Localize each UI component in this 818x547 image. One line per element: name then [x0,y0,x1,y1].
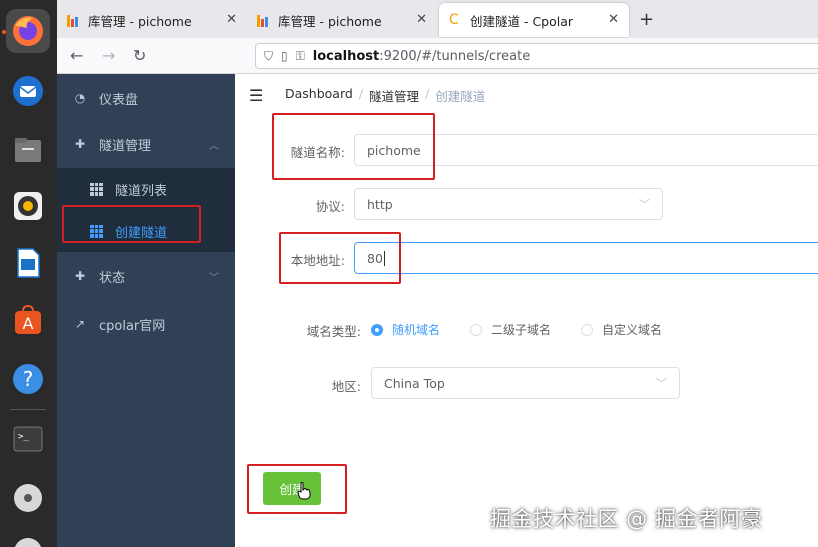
protocol-label: 协议: [315,199,345,214]
libreoffice-writer-icon[interactable] [6,241,50,285]
region-select[interactable]: China Top ﹀ [371,367,680,399]
browser-tab-3[interactable]: C 创建隧道 - Cpolar ✕ [439,3,629,37]
chevron-down-icon: ﹀ [209,272,219,284]
grid-icon [90,224,103,238]
domain-type-radio-group: 随机域名 二级子域名 自定义域名 [371,321,692,338]
sidebar-item-label: 隧道管理 [99,138,152,154]
sidebar-item-label: 状态 [99,270,126,286]
dock-separator [10,409,46,410]
svg-text:?: ? [23,367,34,391]
close-tab-icon[interactable]: ✕ [416,12,427,27]
radio-unchecked-icon [470,323,483,336]
pichome-favicon-icon [67,13,81,27]
status-icon: ✚ [74,269,86,283]
protocol-value: http [367,196,393,212]
browser-tab-2[interactable]: 库管理 - pichome ✕ [247,3,437,37]
back-icon[interactable]: ← [70,46,83,65]
local-address-value: 80 [367,250,383,266]
thunderbird-icon[interactable] [6,69,50,113]
firefox-icon[interactable] [6,9,50,53]
tunnel-icon: ✚ [74,137,86,151]
sidebar-item-status[interactable]: ✚ 状态 ﹀ [57,252,235,300]
url-host: localhost [312,48,380,64]
key-icon: ⚿ [295,48,305,63]
radio-custom-domain[interactable]: 自定义域名 [581,321,662,338]
svg-text:A: A [23,314,34,333]
terminal-icon[interactable]: >_ [6,417,50,461]
app-center-icon[interactable]: A [6,298,50,342]
cpolar-favicon-icon: C [449,12,459,28]
radio-random-domain[interactable]: 随机域名 [371,321,440,338]
shield-icon: ⛉ [264,48,274,63]
text-cursor [383,250,385,266]
chevron-down-icon: ﹀ [656,377,667,390]
new-tab-button[interactable]: + [639,9,654,30]
breadcrumb-dashboard[interactable]: Dashboard [285,86,353,105]
breadcrumb: Dashboard / 隧道管理 / 创建隧道 [285,86,486,105]
main-content: ☰ Dashboard / 隧道管理 / 创建隧道 隧道名称: pichome … [235,74,818,547]
url-bar[interactable]: ⛉ ▯ ⚿ localhost:9200/#/tunnels/create [255,43,818,69]
tunnel-name-label: 隧道名称: [290,145,345,160]
grid-icon [90,182,103,196]
sidebar-item-tunnel-list[interactable]: 隧道列表 [57,168,235,210]
tunnel-submenu: 隧道列表 创建隧道 [57,168,235,252]
tab-title: 库管理 - pichome [88,13,192,29]
browser-tab-bar: 库管理 - pichome ✕ 库管理 - pichome ✕ C 创建隧道 -… [57,0,818,38]
breadcrumb-create-tunnel: 创建隧道 [435,89,486,104]
radio-checked-icon [371,323,383,336]
sidebar-item-dashboard[interactable]: ◔ 仪表盘 [57,74,235,122]
local-address-input[interactable]: 80 [354,242,818,274]
dashboard-icon: ◔ [74,91,86,105]
close-tab-icon[interactable]: ✕ [226,12,237,27]
reload-icon[interactable]: ↻ [133,46,146,65]
tab-title: 库管理 - pichome [278,13,382,29]
close-tab-icon[interactable]: ✕ [608,12,619,27]
local-address-label: 本地地址: [290,253,345,268]
chevron-down-icon: ﹀ [639,198,650,211]
chevron-up-icon: ︿ [209,140,219,152]
hamburger-icon[interactable]: ☰ [249,86,263,105]
create-button[interactable]: 创建 [263,472,321,505]
sidebar-item-cpolar-site[interactable]: ↗ cpolar官网 [57,300,235,348]
tab-title: 创建隧道 - Cpolar [470,13,574,29]
disc-icon-2[interactable] [6,530,50,547]
rhythmbox-icon[interactable] [6,184,50,228]
tunnel-name-value: pichome [367,142,421,158]
sidebar-item-label: cpolar官网 [99,318,166,334]
radio-subdomain[interactable]: 二级子域名 [470,321,551,338]
files-icon[interactable] [6,128,50,172]
sidebar-item-tunnel-management[interactable]: ✚ 隧道管理 ︿ [57,120,235,168]
svg-text:>_: >_ [18,432,29,442]
sidebar-item-label: 仪表盘 [99,92,139,108]
domain-type-label: 域名类型: [306,324,361,339]
browser-tab-1[interactable]: 库管理 - pichome ✕ [57,3,247,37]
url-path: :9200/#/tunnels/create [379,48,531,64]
region-label: 地区: [331,379,361,394]
tunnel-name-input[interactable]: pichome [354,134,818,166]
sidebar-item-label: 创建隧道 [115,225,168,241]
ubuntu-dock: A ? >_ [0,0,57,547]
hand-cursor-icon [297,482,311,500]
breadcrumb-tunnel-management[interactable]: 隧道管理 [369,86,419,105]
radio-unchecked-icon [581,323,594,336]
help-icon[interactable]: ? [6,357,50,401]
watermark: 掘金技术社区 @ 掘金者阿豪 [490,507,763,531]
browser-nav-bar: ← → ↻ ⛉ ▯ ⚿ localhost:9200/#/tunnels/cre… [57,38,818,74]
page-icon: ▯ [281,49,288,63]
forward-icon[interactable]: → [102,46,115,65]
sidebar-item-label: 隧道列表 [115,183,168,199]
disc-icon[interactable] [6,476,50,520]
external-link-icon: ↗ [74,317,86,331]
app-sidebar: ◔ 仪表盘 ✚ 隧道管理 ︿ 隧道列表 创建隧道 ✚ 状态 ﹀ ↗ cpolar… [57,74,235,547]
pichome-favicon-icon [257,13,271,27]
protocol-select[interactable]: http ﹀ [354,188,663,220]
sidebar-item-create-tunnel[interactable]: 创建隧道 [57,210,235,252]
region-value: China Top [384,375,445,391]
